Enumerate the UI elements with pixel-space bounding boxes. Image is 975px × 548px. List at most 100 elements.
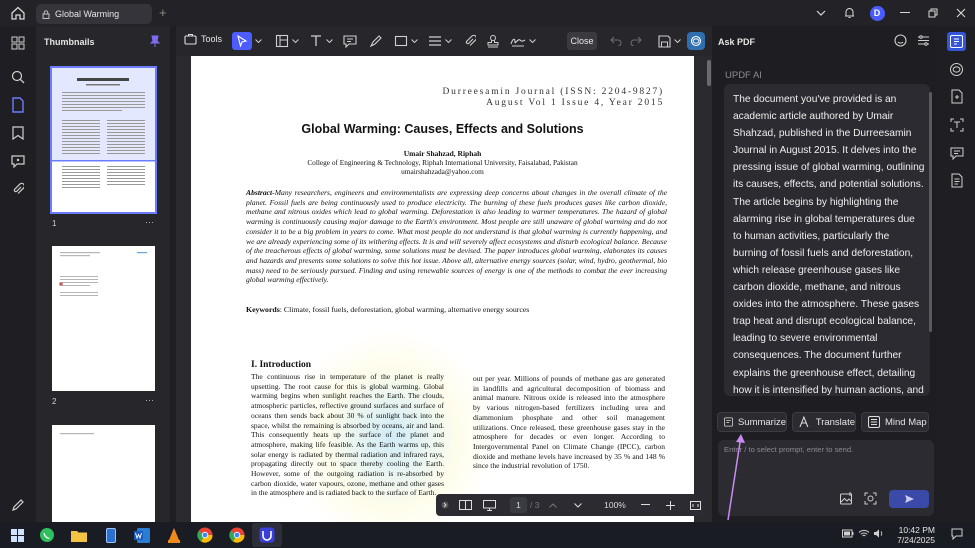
keywords-label: Keywords — [246, 305, 280, 314]
page-export-icon[interactable] — [948, 172, 965, 189]
image-upload-icon[interactable] — [840, 492, 853, 510]
zoom-level[interactable]: 100% — [602, 497, 628, 513]
redo-icon[interactable] — [628, 33, 644, 49]
notification-center-icon[interactable] — [951, 528, 963, 542]
home-icon[interactable] — [10, 5, 26, 21]
thumbnail-label-1: 1 — [52, 219, 57, 228]
convert-pdf-icon[interactable] — [948, 88, 965, 105]
attach-file-icon[interactable] — [462, 33, 478, 49]
document-affiliation: College of Engineering & Technology, Rip… — [307, 158, 578, 167]
ask-pdf-panel-icon[interactable] — [947, 32, 966, 51]
restore-button[interactable] — [919, 0, 947, 26]
document-scrollbar[interactable] — [707, 60, 711, 86]
chevron-down-icon[interactable] — [673, 33, 681, 49]
search-icon[interactable] — [9, 68, 27, 86]
edit-layout-icon[interactable] — [274, 33, 290, 49]
wifi-icon[interactable] — [858, 529, 870, 540]
smiley-icon[interactable] — [894, 34, 907, 47]
summarize-button[interactable]: Summarize — [717, 412, 787, 432]
ocr-text-icon[interactable] — [948, 116, 965, 133]
comment-list-icon[interactable] — [948, 144, 965, 161]
keywords-line: Keywords: Climate, fossil fuels, defores… — [246, 305, 667, 314]
text-tool-icon[interactable] — [308, 33, 324, 49]
chevron-down-icon[interactable] — [254, 33, 262, 49]
page-navigation-bar: 1 / 3 100% — [436, 494, 706, 516]
document-viewport[interactable]: Durreesamin Journal (ISSN: 2204-9827) Au… — [176, 56, 712, 522]
file-explorer-icon[interactable] — [70, 526, 88, 544]
thumbnail-more-icon[interactable]: ··· — [145, 395, 154, 405]
thumbnail-page-1[interactable] — [50, 66, 157, 214]
next-page-icon[interactable] — [573, 497, 583, 513]
signature-pen-icon[interactable] — [9, 496, 27, 514]
translate-button[interactable]: Translate — [792, 412, 856, 432]
zoom-in-icon[interactable] — [665, 497, 675, 513]
tools-label: Tools — [201, 34, 223, 44]
close-tool-button[interactable]: Close — [567, 32, 597, 50]
updf-taskbar-icon[interactable] — [252, 523, 282, 547]
pin-icon[interactable] — [150, 35, 160, 48]
chevron-down-icon[interactable] — [444, 33, 452, 49]
ai-response-scrollbar[interactable] — [929, 92, 932, 332]
select-cursor-icon[interactable] — [232, 32, 252, 50]
highlighter-icon[interactable] — [368, 33, 384, 49]
abstract-label: Abstract- — [246, 188, 275, 197]
chevron-down-icon[interactable] — [528, 33, 536, 49]
save-icon[interactable] — [656, 33, 672, 49]
chevron-down-icon[interactable] — [807, 0, 835, 26]
thumbnail-more-icon[interactable]: ··· — [145, 217, 154, 227]
zoom-out-icon[interactable] — [640, 497, 650, 513]
attachment-paperclip-icon[interactable] — [9, 180, 27, 198]
document-author: Umair Shahzad, Riphah — [403, 149, 482, 158]
thumbnails-page-icon[interactable] — [9, 96, 27, 114]
collapse-arrow-icon[interactable] — [440, 497, 450, 513]
taskbar-clock[interactable]: 10:42 PM 7/24/2025 — [897, 525, 935, 545]
screenshot-capture-icon[interactable] — [864, 492, 877, 510]
previous-page-icon[interactable] — [548, 497, 558, 513]
fit-page-icon[interactable] — [689, 497, 701, 513]
tools-button[interactable]: Tools — [184, 33, 222, 45]
vlc-icon[interactable] — [165, 526, 183, 544]
grid-apps-icon[interactable] — [9, 34, 27, 52]
chrome-icon[interactable] — [196, 526, 214, 544]
whatsapp-icon[interactable] — [38, 526, 56, 544]
new-tab-plus-icon[interactable]: + — [159, 5, 167, 20]
stamp-icon[interactable] — [485, 33, 501, 49]
windows-start-icon[interactable] — [8, 526, 26, 544]
undo-icon[interactable] — [608, 33, 624, 49]
current-page-input[interactable]: 1 — [510, 497, 527, 513]
user-avatar[interactable]: D — [863, 0, 891, 26]
chrome-profile-icon[interactable] — [228, 526, 246, 544]
word-icon[interactable] — [133, 526, 151, 544]
page-layout-icon[interactable] — [458, 497, 472, 513]
window-controls: D — [807, 0, 975, 26]
ask-pdf-header-icons — [894, 34, 930, 47]
mind-map-button[interactable]: Mind Map — [861, 412, 929, 432]
notification-bell-icon[interactable] — [835, 0, 863, 26]
settings-list-icon[interactable] — [917, 34, 930, 47]
chevron-down-icon[interactable] — [325, 33, 333, 49]
send-button[interactable] — [889, 490, 929, 508]
thumbnail-page-3[interactable] — [52, 425, 155, 522]
thumbnail-page-2[interactable] — [52, 246, 155, 391]
chevron-down-icon[interactable] — [410, 33, 418, 49]
close-window-button[interactable] — [947, 0, 975, 26]
translate-label: Translate — [815, 416, 855, 428]
ai-assistant-icon[interactable] — [948, 61, 965, 78]
clock-date: 7/24/2025 — [897, 535, 935, 545]
page-organize-icon[interactable] — [427, 33, 443, 49]
bookmark-icon[interactable] — [9, 124, 27, 142]
document-tab[interactable]: Global Warming — [36, 4, 152, 24]
presentation-icon[interactable] — [482, 497, 496, 513]
summarize-icon — [724, 417, 733, 427]
shape-rectangle-icon[interactable] — [393, 33, 409, 49]
minimize-button[interactable] — [891, 0, 919, 26]
speaker-icon[interactable] — [873, 529, 884, 540]
phone-link-icon[interactable] — [102, 526, 120, 544]
signature-icon[interactable] — [510, 33, 526, 49]
comment-icon[interactable] — [9, 152, 27, 170]
ask-pdf-title: Ask PDF — [718, 37, 756, 47]
comment-tool-icon[interactable] — [342, 33, 358, 49]
updf-ai-icon[interactable] — [687, 32, 705, 50]
chevron-down-icon[interactable] — [291, 33, 299, 49]
battery-icon[interactable] — [842, 529, 854, 540]
